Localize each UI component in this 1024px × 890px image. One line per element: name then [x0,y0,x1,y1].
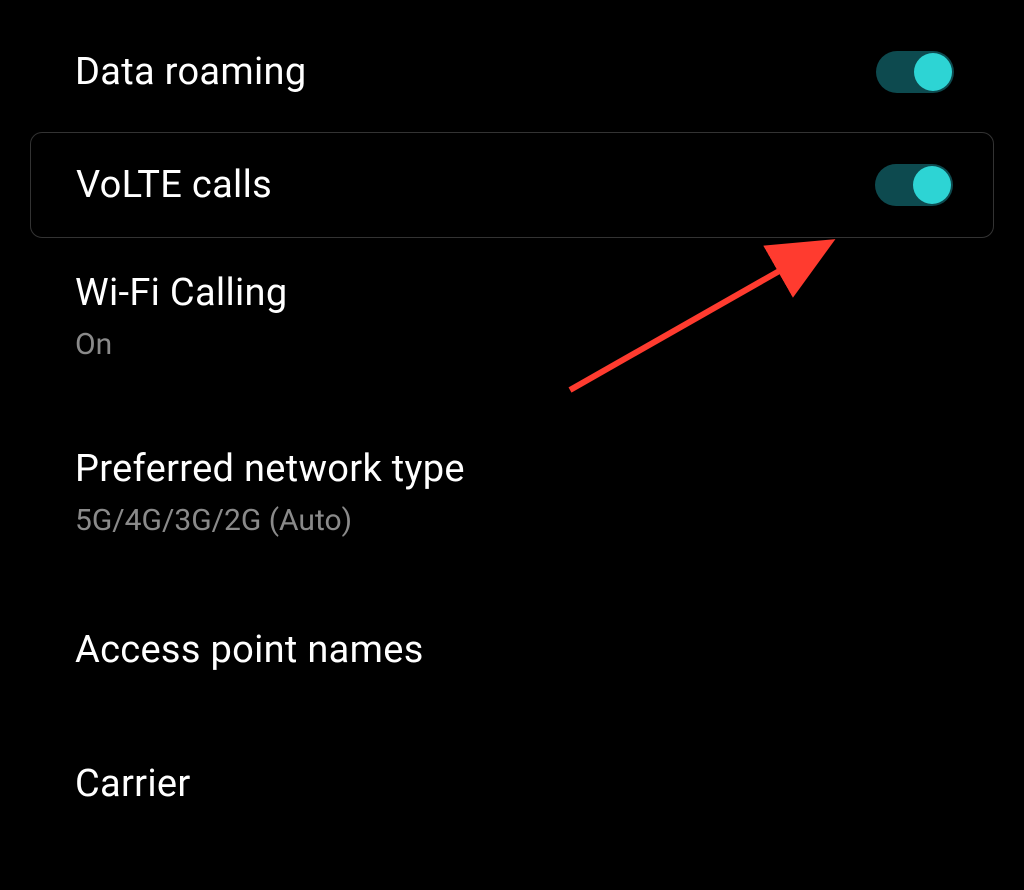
settings-list: Data roaming VoLTE calls Wi-Fi Calling O… [0,0,1024,836]
carrier-label: Carrier [75,762,191,806]
preferred-network-type-label: Preferred network type [75,447,465,491]
volte-calls-toggle[interactable] [875,164,953,206]
wifi-calling-label: Wi-Fi Calling [75,271,287,315]
access-point-names-label: Access point names [75,628,424,672]
setting-carrier[interactable]: Carrier [0,732,1024,836]
data-roaming-label: Data roaming [75,50,306,94]
toggle-thumb-icon [914,53,952,91]
toggle-thumb-icon [913,166,951,204]
setting-preferred-network-type[interactable]: Preferred network type 5G/4G/3G/2G (Auto… [0,422,1024,568]
setting-data-roaming[interactable]: Data roaming [0,20,1024,124]
preferred-network-type-value: 5G/4G/3G/2G (Auto) [75,503,352,538]
setting-wifi-calling[interactable]: Wi-Fi Calling On [0,246,1024,392]
wifi-calling-status: On [75,327,112,362]
setting-volte-calls[interactable]: VoLTE calls [30,132,994,238]
setting-access-point-names[interactable]: Access point names [0,598,1024,702]
data-roaming-toggle[interactable] [876,51,954,93]
volte-calls-label: VoLTE calls [76,163,272,207]
